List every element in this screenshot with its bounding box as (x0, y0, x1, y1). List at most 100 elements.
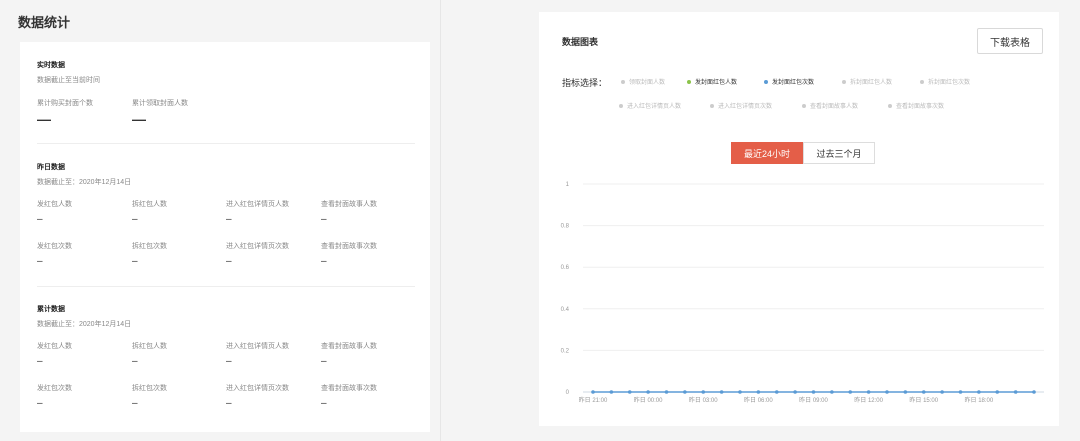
data-point (1013, 390, 1018, 394)
legend-dot-icon (764, 79, 768, 84)
metric-label: 查看封面故事次数 (321, 243, 377, 250)
metric-item: 发红包人数 – (37, 199, 132, 225)
indicator-chip[interactable]: 进入红包详情页人数 (619, 101, 681, 110)
indicator-label: 发封面红包人数 (695, 80, 738, 86)
download-table-button[interactable]: 下载表格 (977, 28, 1043, 54)
metric-total-claimed-users: 累计领取封面人数 — (132, 98, 227, 127)
legend-dot-icon (619, 103, 623, 108)
metric-value: — (37, 111, 51, 127)
metric-label: 查看封面故事次数 (321, 385, 377, 392)
line-chart: 0 0.2 0.4 0.6 0.8 1 昨日 21:00 昨日 00:00 昨日 03:00 昨日… (561, 182, 1044, 404)
indicator-label: 拆封面红包人数 (850, 80, 893, 86)
metric-value: – (226, 356, 232, 367)
yesterday-section: 昨日数据 数据截止至：2020年12月14日 (37, 162, 415, 187)
x-tick-label: 昨日 12:00 (854, 396, 883, 404)
page-title: 数据统计 (18, 15, 71, 30)
indicator-chip[interactable]: 查看封面故事次数 (888, 101, 944, 110)
yesterday-title: 昨日数据 (37, 164, 65, 171)
indicator-chip[interactable]: 发封面红包人数 (687, 77, 737, 86)
legend-dot-icon (920, 79, 924, 84)
divider (37, 143, 415, 144)
metric-value: – (226, 256, 232, 267)
metric-item: 拆红包人数 – (132, 199, 227, 225)
data-point (866, 390, 871, 394)
indicator-chip[interactable]: 进入红包详情页次数 (710, 101, 772, 110)
range-3months-button[interactable]: 过去三个月 (803, 142, 875, 164)
indicator-chip[interactable]: 拆封面红包次数 (920, 77, 970, 86)
legend-dot-icon (802, 103, 806, 108)
realtime-section: 实时数据 数据截止至当前时间 (37, 60, 415, 85)
metric-value: – (321, 214, 327, 225)
y-tick-label: 0.4 (561, 307, 570, 313)
legend-dot-icon (621, 79, 625, 84)
metric-label: 累计购买封面个数 (37, 100, 93, 107)
metric-item: 拆红包次数 – (132, 383, 227, 409)
metric-item: 发红包次数 – (37, 383, 132, 409)
x-tick-label: 昨日 06:00 (744, 396, 773, 404)
indicator-label: 进入红包详情页人数 (627, 104, 682, 110)
realtime-subtitle: 数据截止至当前时间 (37, 77, 100, 84)
indicator-chip[interactable]: 发封面红包次数 (764, 77, 814, 86)
data-point (830, 390, 834, 394)
metric-label: 累计领取封面人数 (132, 100, 188, 107)
indicator-label: 查看封面故事人数 (810, 104, 859, 110)
metric-label: 拆红包人数 (132, 201, 167, 208)
data-point (995, 390, 1000, 394)
data-point (958, 390, 963, 394)
data-point (664, 390, 669, 394)
x-tick-label: 昨日 00:00 (634, 396, 663, 404)
metric-label: 发红包次数 (37, 243, 72, 250)
data-point (774, 390, 779, 394)
metric-item: 查看封面故事人数 – (321, 199, 416, 225)
data-point (977, 390, 981, 394)
metric-item: 进入红包详情页人数 – (226, 199, 321, 225)
data-point (719, 390, 724, 394)
divider (37, 286, 415, 287)
metric-item: 查看封面故事人数 – (321, 341, 416, 367)
indicator-chip[interactable]: 拆封面红包人数 (842, 77, 892, 86)
metric-label: 查看封面故事人数 (321, 343, 377, 350)
data-point (609, 390, 614, 394)
metric-value: – (321, 398, 327, 409)
metric-item: 发红包次数 – (37, 241, 132, 267)
data-point (701, 390, 706, 394)
legend-dot-icon (888, 103, 892, 108)
metric-value: – (37, 256, 43, 267)
metric-item: 进入红包详情页人数 – (226, 341, 321, 367)
chart-title: 数据图表 (562, 37, 599, 47)
metric-item: 进入红包详情页次数 – (226, 383, 321, 409)
metric-label: 拆红包人数 (132, 343, 167, 350)
cumulative-section: 累计数据 数据截止至：2020年12月14日 (37, 304, 415, 329)
metric-value: — (132, 111, 146, 127)
y-tick-label: 0.8 (561, 224, 570, 230)
metric-item: 查看封面故事次数 – (321, 241, 416, 267)
metric-total-purchased-covers: 累计购买封面个数 — (37, 98, 132, 127)
metric-label: 发红包次数 (37, 385, 72, 392)
cumulative-subtitle: 数据截止至：2020年12月14日 (37, 321, 132, 328)
x-tick-label: 昨日 09:00 (799, 396, 828, 404)
data-chart-card: 数据图表 下载表格 指标选择： 领取封面人数 发封面红包人数 发封面红包次数 拆… (539, 12, 1059, 426)
metric-label: 拆红包次数 (132, 243, 167, 250)
data-point (848, 390, 853, 394)
range-24h-button[interactable]: 最近24小时 (731, 142, 803, 164)
metric-label: 进入红包详情页人数 (226, 343, 289, 350)
cumulative-title: 累计数据 (37, 306, 65, 313)
yesterday-subtitle: 数据截止至：2020年12月14日 (37, 179, 132, 186)
metric-label: 拆红包次数 (132, 385, 167, 392)
y-tick-label: 0.2 (561, 348, 570, 354)
legend-dot-icon (710, 103, 714, 108)
indicator-chip[interactable]: 领取封面人数 (621, 77, 665, 86)
indicator-chip[interactable]: 查看封面故事人数 (802, 101, 858, 110)
statistics-card: 实时数据 数据截止至当前时间 累计购买封面个数 — 累计领取封面人数 — 昨日数… (20, 42, 430, 432)
indicator-select-label: 指标选择： (562, 78, 608, 88)
metric-value: – (132, 356, 138, 367)
metric-value: – (37, 356, 43, 367)
metric-label: 发红包人数 (37, 201, 72, 208)
indicator-label: 查看封面故事次数 (896, 104, 945, 110)
data-point (738, 390, 742, 394)
metric-label: 查看封面故事人数 (321, 201, 377, 208)
x-tick-label: 昨日 15:00 (909, 396, 938, 404)
data-point (756, 390, 761, 394)
metric-item: 查看封面故事次数 – (321, 383, 416, 409)
metric-label: 发红包人数 (37, 343, 72, 350)
